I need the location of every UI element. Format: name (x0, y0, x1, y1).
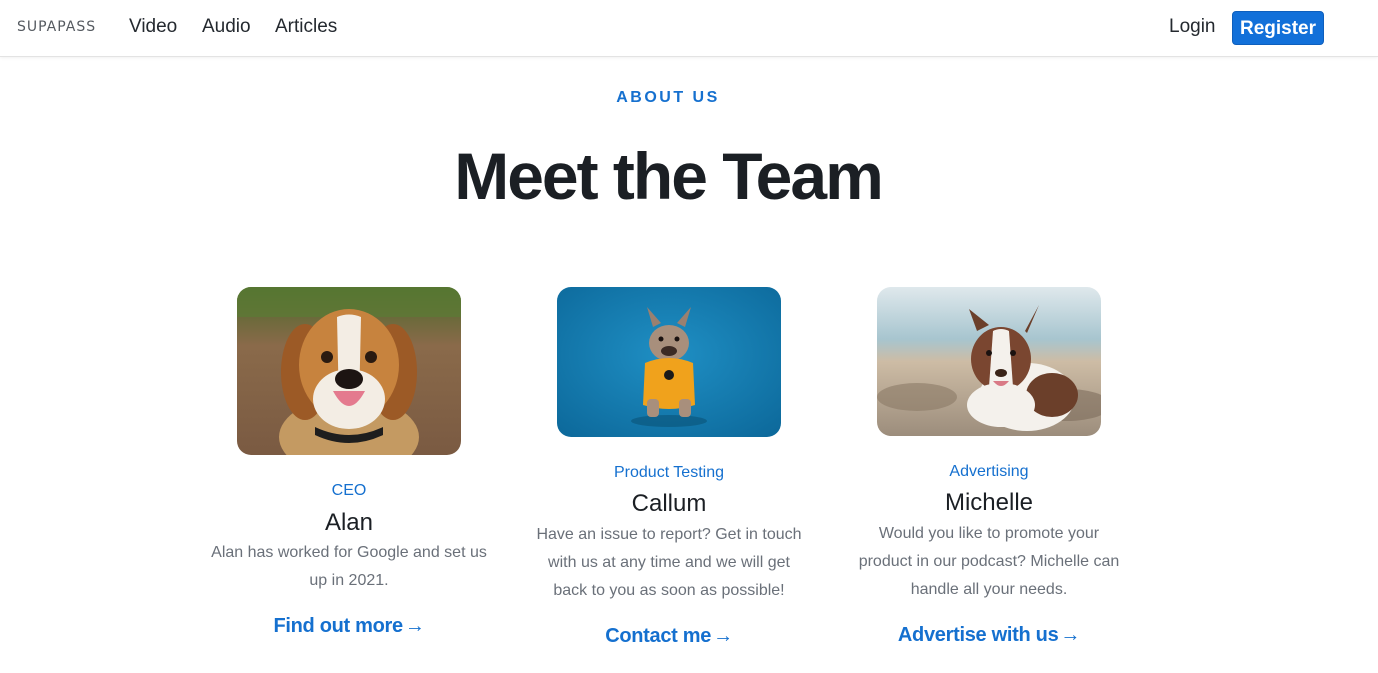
team-name: Michelle (944, 489, 1034, 516)
team-bio: Alan has worked for Google and set us up… (211, 544, 487, 589)
contact-me-link[interactable]: Contact me → (509, 625, 829, 648)
page-title: Meet the Team (454, 139, 884, 213)
team-name: Callum (631, 490, 707, 517)
beagle-photo (237, 287, 461, 455)
advertise-with-us-link[interactable]: Advertise with us → (829, 624, 1149, 647)
australian-shepherd-photo (877, 287, 1101, 436)
nav-link-articles[interactable]: Articles (275, 16, 337, 38)
section-eyebrow: ABOUT US (616, 89, 720, 106)
team-bio: Would you like to promote your product i… (858, 525, 1120, 598)
arrow-right-icon: → (1060, 624, 1081, 646)
team-role: CEO (331, 482, 367, 499)
nav-link-video[interactable]: Video (129, 16, 177, 38)
nav-link-audio[interactable]: Audio (202, 16, 251, 38)
navbar: SUPAPASS Video Audio Articles Login Regi… (0, 0, 1378, 57)
find-out-more-link[interactable]: Find out more → (189, 615, 509, 638)
register-button[interactable]: Register (1232, 11, 1324, 45)
team-bio: Have an issue to report? Get in touch wi… (536, 526, 802, 599)
login-link[interactable]: Login (1169, 16, 1216, 38)
cta-label: Advertise with us (897, 624, 1059, 646)
arrow-right-icon: → (713, 625, 733, 647)
team-name: Alan (324, 509, 374, 536)
cta-label: Contact me (605, 625, 712, 647)
cta-label: Find out more (273, 615, 403, 637)
team-role: Advertising (949, 463, 1029, 480)
arrow-right-icon: → (404, 615, 425, 637)
supapass-logo[interactable]: SUPAPASS (17, 19, 96, 35)
french-bulldog-photo (557, 287, 781, 437)
team-role: Product Testing (614, 464, 724, 481)
